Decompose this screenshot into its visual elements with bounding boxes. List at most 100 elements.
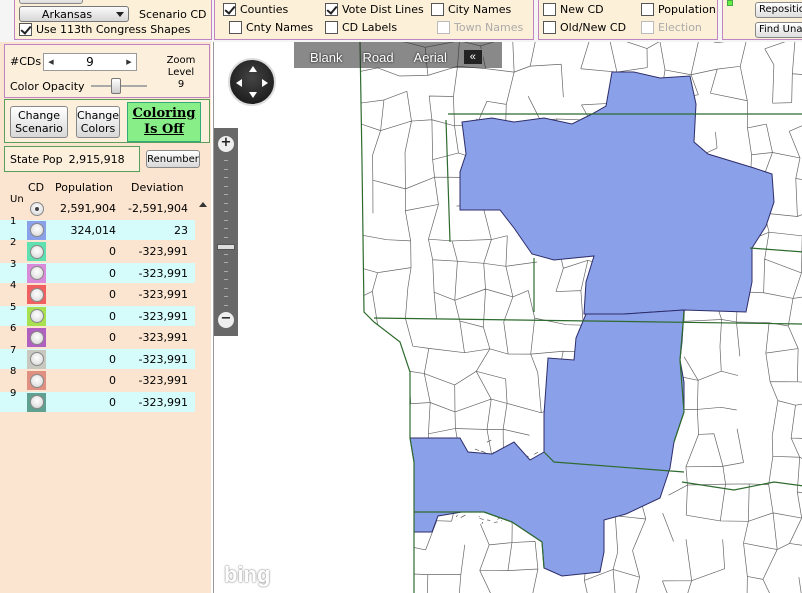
cd-select-radio[interactable] bbox=[29, 395, 44, 409]
county-names-checkbox[interactable]: Cnty Names bbox=[229, 21, 313, 34]
map-view[interactable]: Blank Road Aerial « + − bing bbox=[213, 42, 802, 593]
population-checkbox[interactable]: Population bbox=[641, 3, 716, 16]
cd-select-radio[interactable] bbox=[29, 330, 44, 345]
cd-color-swatch[interactable] bbox=[27, 220, 46, 240]
table-row[interactable]: 9 0 -323,991 bbox=[0, 388, 195, 412]
checkbox-box[interactable] bbox=[641, 21, 654, 34]
cd-select-radio[interactable] bbox=[29, 223, 44, 237]
find-unassigned-button[interactable]: Find Unas bbox=[755, 22, 802, 38]
checkbox-box[interactable] bbox=[543, 3, 556, 16]
use-congress-shapes-checkbox[interactable]: Use 113th Congress Shapes bbox=[19, 23, 190, 36]
table-row[interactable]: 4 0 -323,991 bbox=[0, 280, 195, 304]
table-scrollbar[interactable] bbox=[196, 198, 210, 593]
cd-color-swatch[interactable] bbox=[27, 285, 46, 304]
zoom-out-icon[interactable]: − bbox=[218, 312, 234, 328]
chevron-down-icon bbox=[116, 12, 124, 17]
old-new-cd-checkbox[interactable]: Old/New CD bbox=[543, 21, 626, 34]
checkbox-label: Counties bbox=[240, 3, 289, 16]
collapse-icon[interactable]: « bbox=[462, 49, 483, 65]
table-row[interactable]: 6 0 -323,991 bbox=[0, 323, 195, 347]
county-boundary bbox=[749, 247, 802, 253]
cd-select-radio[interactable] bbox=[29, 352, 44, 366]
checkbox-box[interactable] bbox=[431, 3, 444, 16]
cd-id: 9 bbox=[10, 387, 17, 399]
state-select[interactable]: Arkansas bbox=[19, 6, 129, 22]
district-1-south[interactable] bbox=[409, 309, 685, 577]
cd-labels-checkbox[interactable]: CD Labels bbox=[325, 21, 397, 34]
cd-color-swatch[interactable] bbox=[27, 371, 46, 390]
checkbox-box[interactable] bbox=[325, 3, 338, 16]
table-row[interactable]: Un 2,591,904 -2,591,904 bbox=[0, 194, 195, 218]
checkbox-box[interactable] bbox=[223, 3, 236, 16]
zoom-slider-handle[interactable] bbox=[217, 244, 235, 250]
change-colors-button[interactable]: Change Colors bbox=[76, 106, 120, 138]
chevron-right-icon[interactable]: ▶ bbox=[122, 54, 136, 70]
arrow-right-icon[interactable] bbox=[262, 79, 268, 87]
table-row[interactable]: 2 0 -323,991 bbox=[0, 237, 195, 261]
color-opacity-slider-thumb[interactable] bbox=[111, 78, 121, 94]
zoom-control[interactable]: + − bbox=[214, 128, 238, 336]
election-checkbox[interactable]: Election bbox=[641, 21, 702, 34]
table-row[interactable]: 1 324,014 23 bbox=[0, 216, 195, 240]
cd-color-swatch[interactable] bbox=[27, 306, 46, 326]
checkbox-label: CD Labels bbox=[342, 21, 398, 34]
district-1-north[interactable] bbox=[459, 71, 775, 315]
map-style-aerial[interactable]: Aerial bbox=[404, 50, 457, 65]
checkbox-box[interactable] bbox=[641, 3, 654, 16]
table-row[interactable]: 8 0 -323,991 bbox=[0, 366, 195, 390]
table-row[interactable]: 3 0 -323,991 bbox=[0, 259, 195, 283]
arrow-left-icon[interactable] bbox=[236, 79, 242, 87]
cd-color-swatch[interactable] bbox=[27, 263, 46, 283]
vote-dist-lines-checkbox[interactable]: Vote Dist Lines bbox=[325, 3, 424, 16]
arrow-up-icon[interactable] bbox=[249, 66, 257, 72]
map-style-road[interactable]: Road bbox=[353, 50, 404, 65]
counties-checkbox[interactable]: Counties bbox=[223, 3, 288, 16]
cd-select-radio[interactable] bbox=[29, 309, 44, 323]
cd-count-box: #CDs ◀ 9 ▶ Color Opacity Zoom Level 9 bbox=[4, 44, 210, 98]
coloring-toggle-button[interactable]: Coloring Is Off bbox=[127, 102, 201, 142]
zoom-tick bbox=[224, 228, 228, 229]
table-row[interactable]: 5 0 -323,991 bbox=[0, 302, 195, 326]
checkbox-box[interactable] bbox=[325, 21, 338, 34]
checkbox-box[interactable] bbox=[437, 21, 450, 34]
reposition-button[interactable]: Repositio bbox=[755, 2, 802, 18]
cd-color-swatch[interactable] bbox=[27, 242, 46, 261]
cd-population: 2,591,904 bbox=[60, 202, 116, 215]
partial-button[interactable] bbox=[19, 0, 83, 4]
state-pop-label: State Pop bbox=[10, 152, 63, 166]
cd-select-radio[interactable] bbox=[29, 244, 44, 259]
map-style-blank[interactable]: Blank bbox=[300, 50, 353, 65]
cd-select-radio[interactable] bbox=[29, 201, 44, 216]
scroll-up-icon[interactable] bbox=[199, 202, 207, 207]
city-names-checkbox[interactable]: City Names bbox=[431, 3, 511, 16]
cd-color-swatch[interactable] bbox=[27, 328, 46, 347]
checkbox-box[interactable] bbox=[543, 21, 556, 34]
table-row[interactable]: 7 0 -323,991 bbox=[0, 345, 195, 369]
cd-color-swatch[interactable] bbox=[27, 392, 46, 412]
change-scenario-button[interactable]: Change Scenario bbox=[10, 106, 68, 138]
checkbox-label: Election bbox=[658, 21, 702, 34]
district-map[interactable] bbox=[214, 42, 802, 593]
checkbox-box[interactable] bbox=[19, 23, 32, 36]
cd-color-swatch[interactable] bbox=[27, 349, 46, 369]
arrow-down-icon[interactable] bbox=[249, 92, 257, 98]
cd-population: 0 bbox=[109, 374, 116, 387]
chevron-left-icon[interactable]: ◀ bbox=[44, 54, 58, 70]
col-header-population: Population bbox=[55, 181, 113, 194]
cd-select-radio[interactable] bbox=[29, 287, 44, 302]
new-cd-checkbox[interactable]: New CD bbox=[543, 3, 604, 16]
checkbox-box[interactable] bbox=[229, 21, 242, 34]
cd-select-radio[interactable] bbox=[29, 266, 44, 280]
status-indicator bbox=[727, 0, 733, 6]
pan-control[interactable] bbox=[228, 58, 276, 106]
cd-select-radio[interactable] bbox=[29, 373, 44, 388]
zoom-in-icon[interactable]: + bbox=[218, 136, 234, 152]
cd-population: 0 bbox=[109, 288, 116, 301]
town-names-checkbox[interactable]: Town Names bbox=[437, 21, 523, 34]
zoom-tick bbox=[224, 177, 228, 178]
renumber-button[interactable]: Renumber bbox=[146, 150, 200, 168]
zoom-level-display: Zoom Level 9 bbox=[161, 55, 201, 91]
zoom-tick bbox=[224, 253, 228, 255]
num-cds-stepper[interactable]: ◀ 9 ▶ bbox=[43, 53, 137, 71]
cd-color-swatch[interactable] bbox=[27, 199, 46, 218]
